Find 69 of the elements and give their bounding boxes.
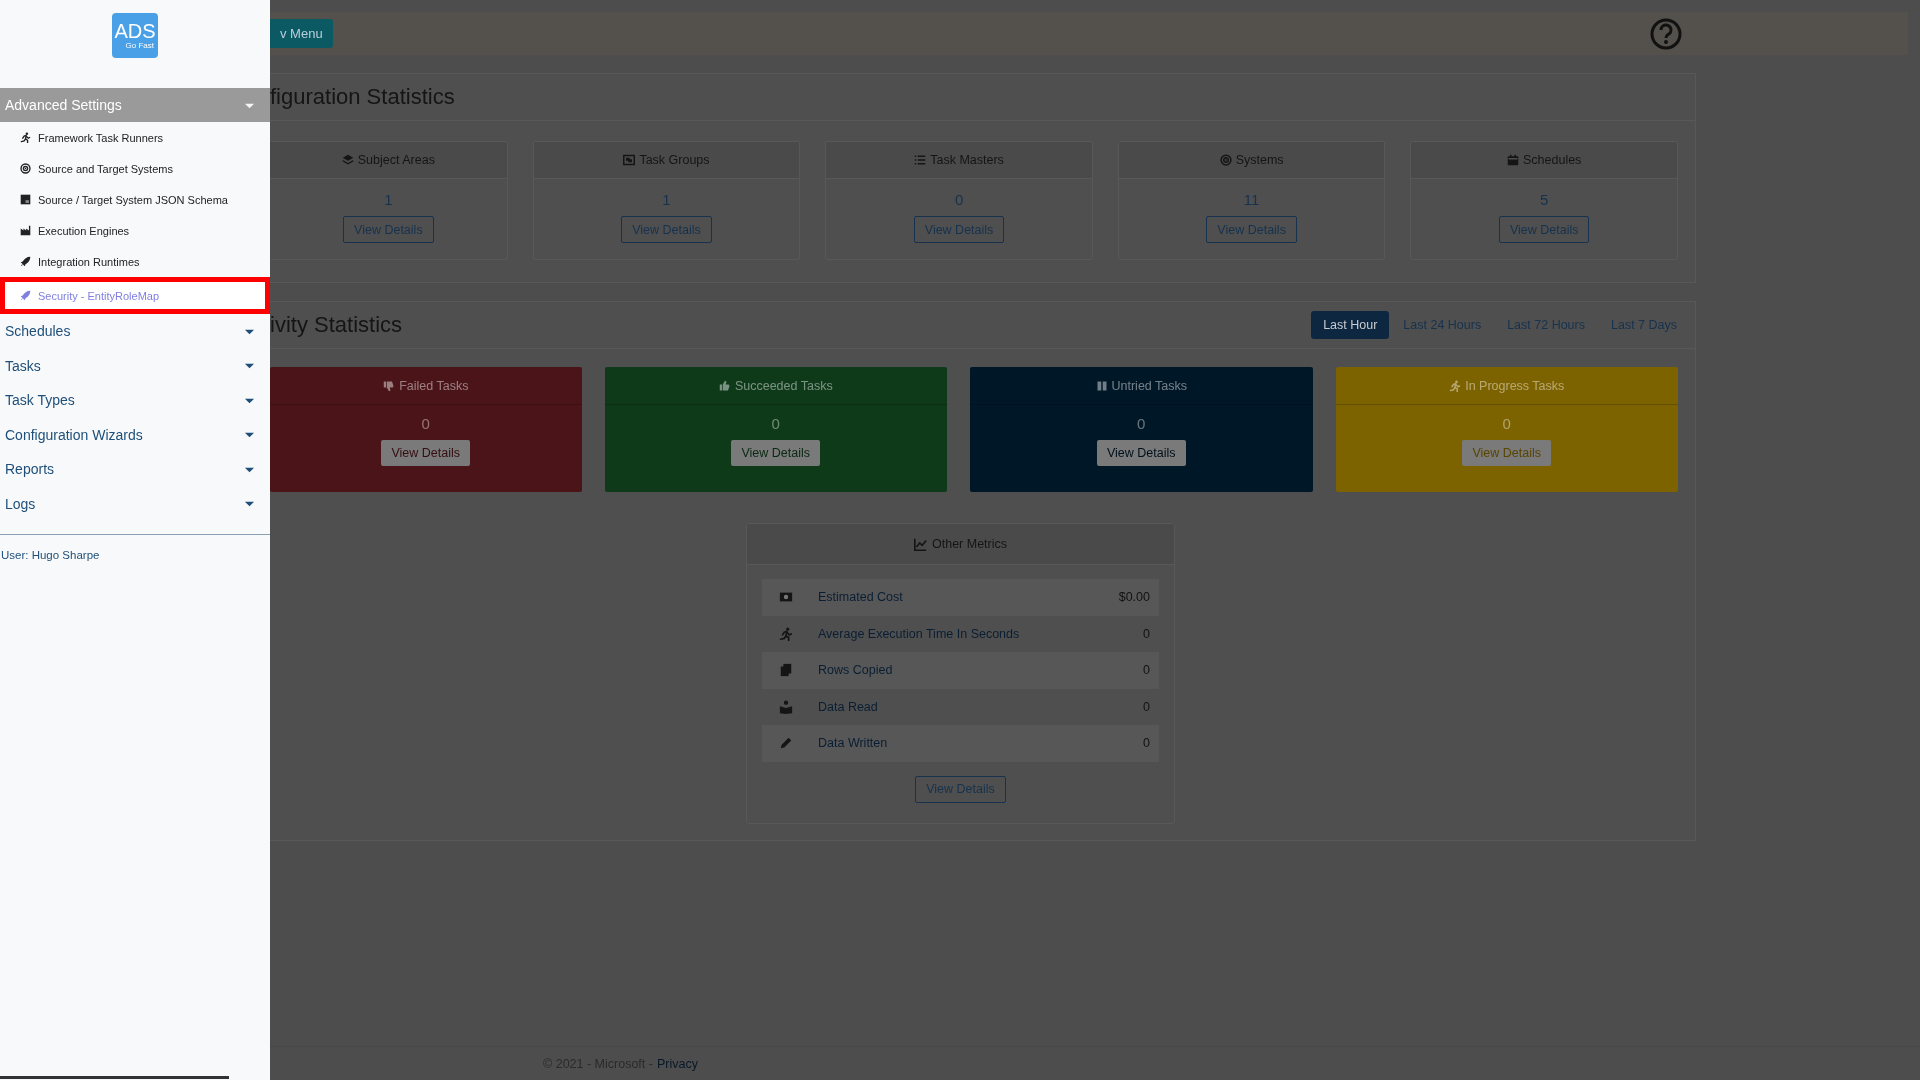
metric-label: Data Read [818,699,879,714]
metric-value: 0 [1143,626,1150,641]
panel-title: figuration Statistics [270,84,455,110]
target-icon [20,163,31,174]
sidebar-section[interactable]: Configuration Wizards [0,417,270,452]
card-title: Failed Tasks [399,378,469,393]
sidebar-section[interactable]: Tasks [0,348,270,383]
runner-icon [20,132,31,143]
sidebar-section[interactable]: Schedules [0,314,270,349]
rocket-icon [20,290,31,301]
sidebar-section[interactable]: Reports [0,452,270,487]
picture-frame-icon [623,154,636,166]
sidebar-section[interactable]: Advanced Settings [0,88,270,122]
card-count: 0 [771,415,780,432]
view-details-button[interactable]: View Details [381,440,471,466]
factory-icon [20,225,31,236]
sidebar-item[interactable]: Source / Target System JSON Schema [0,184,270,215]
layers-icon [341,154,354,166]
logo-title: ADS [114,21,156,41]
list-icon [914,154,927,166]
card-count: 5 [1540,191,1549,208]
calendar-icon [1507,154,1519,166]
runner-icon [779,626,793,641]
pencil-icon [779,736,793,751]
help-icon[interactable] [1650,17,1682,50]
card-title: Succeeded Tasks [734,378,833,393]
card-count: 11 [1243,191,1260,208]
time-range-tab[interactable]: Last Hour [1311,311,1390,339]
card-count: 1 [662,191,671,208]
columns-icon [1095,379,1108,392]
copy-icon [779,663,793,678]
thumbs-up-icon [718,379,731,392]
scrollbar[interactable] [0,1076,229,1079]
chart-icon [914,537,927,551]
card-count: 0 [954,191,964,208]
sidebar-item[interactable]: Integration Runtimes [0,246,270,277]
card-title: Untried Tasks [1111,378,1187,393]
card-title: In Progress Tasks [1465,378,1565,393]
sidebar-item[interactable]: Framework Task Runners [0,122,270,153]
metric-label: Estimated Cost [818,590,904,605]
metric-value: 0 [1143,699,1150,714]
metric-label: Average Execution Time In Seconds [818,626,1021,641]
view-details-button[interactable]: View Details [1462,440,1551,466]
metric-value: 0 [1143,663,1150,678]
sidebar-item[interactable]: Source and Target Systems [0,153,270,184]
sidebar-item[interactable]: Execution Engines [0,215,270,246]
menu-button[interactable]: v Menu [270,19,333,48]
sidebar-section[interactable]: Task Types [0,383,270,418]
rocket-icon [20,256,31,267]
card-count: 1 [384,191,393,208]
sidebar-section[interactable]: Logs [0,486,270,521]
metric-value: $0.00 [1118,590,1150,605]
privacy-link[interactable]: Privacy [656,1056,698,1071]
target-icon [1219,154,1232,166]
runner-icon [1449,379,1462,392]
metric-label: Rows Copied [818,663,894,678]
sidebar-item[interactable]: Security - EntityRoleMap [0,277,270,314]
metric-value: 0 [1143,736,1150,751]
view-details-button[interactable]: View Details [731,440,821,466]
card-count: 0 [1502,415,1511,432]
reader-icon [779,699,793,714]
view-details-button[interactable]: View Details [1096,440,1186,466]
card-count: 0 [1137,415,1146,432]
metric-label: Data Written [818,736,889,751]
file-icon [20,194,31,205]
logo-subtitle: Go Fast [125,41,154,50]
panel-title: ivity Statistics [270,312,403,338]
card-count: 0 [421,415,430,432]
thumbs-down-icon [383,379,396,392]
